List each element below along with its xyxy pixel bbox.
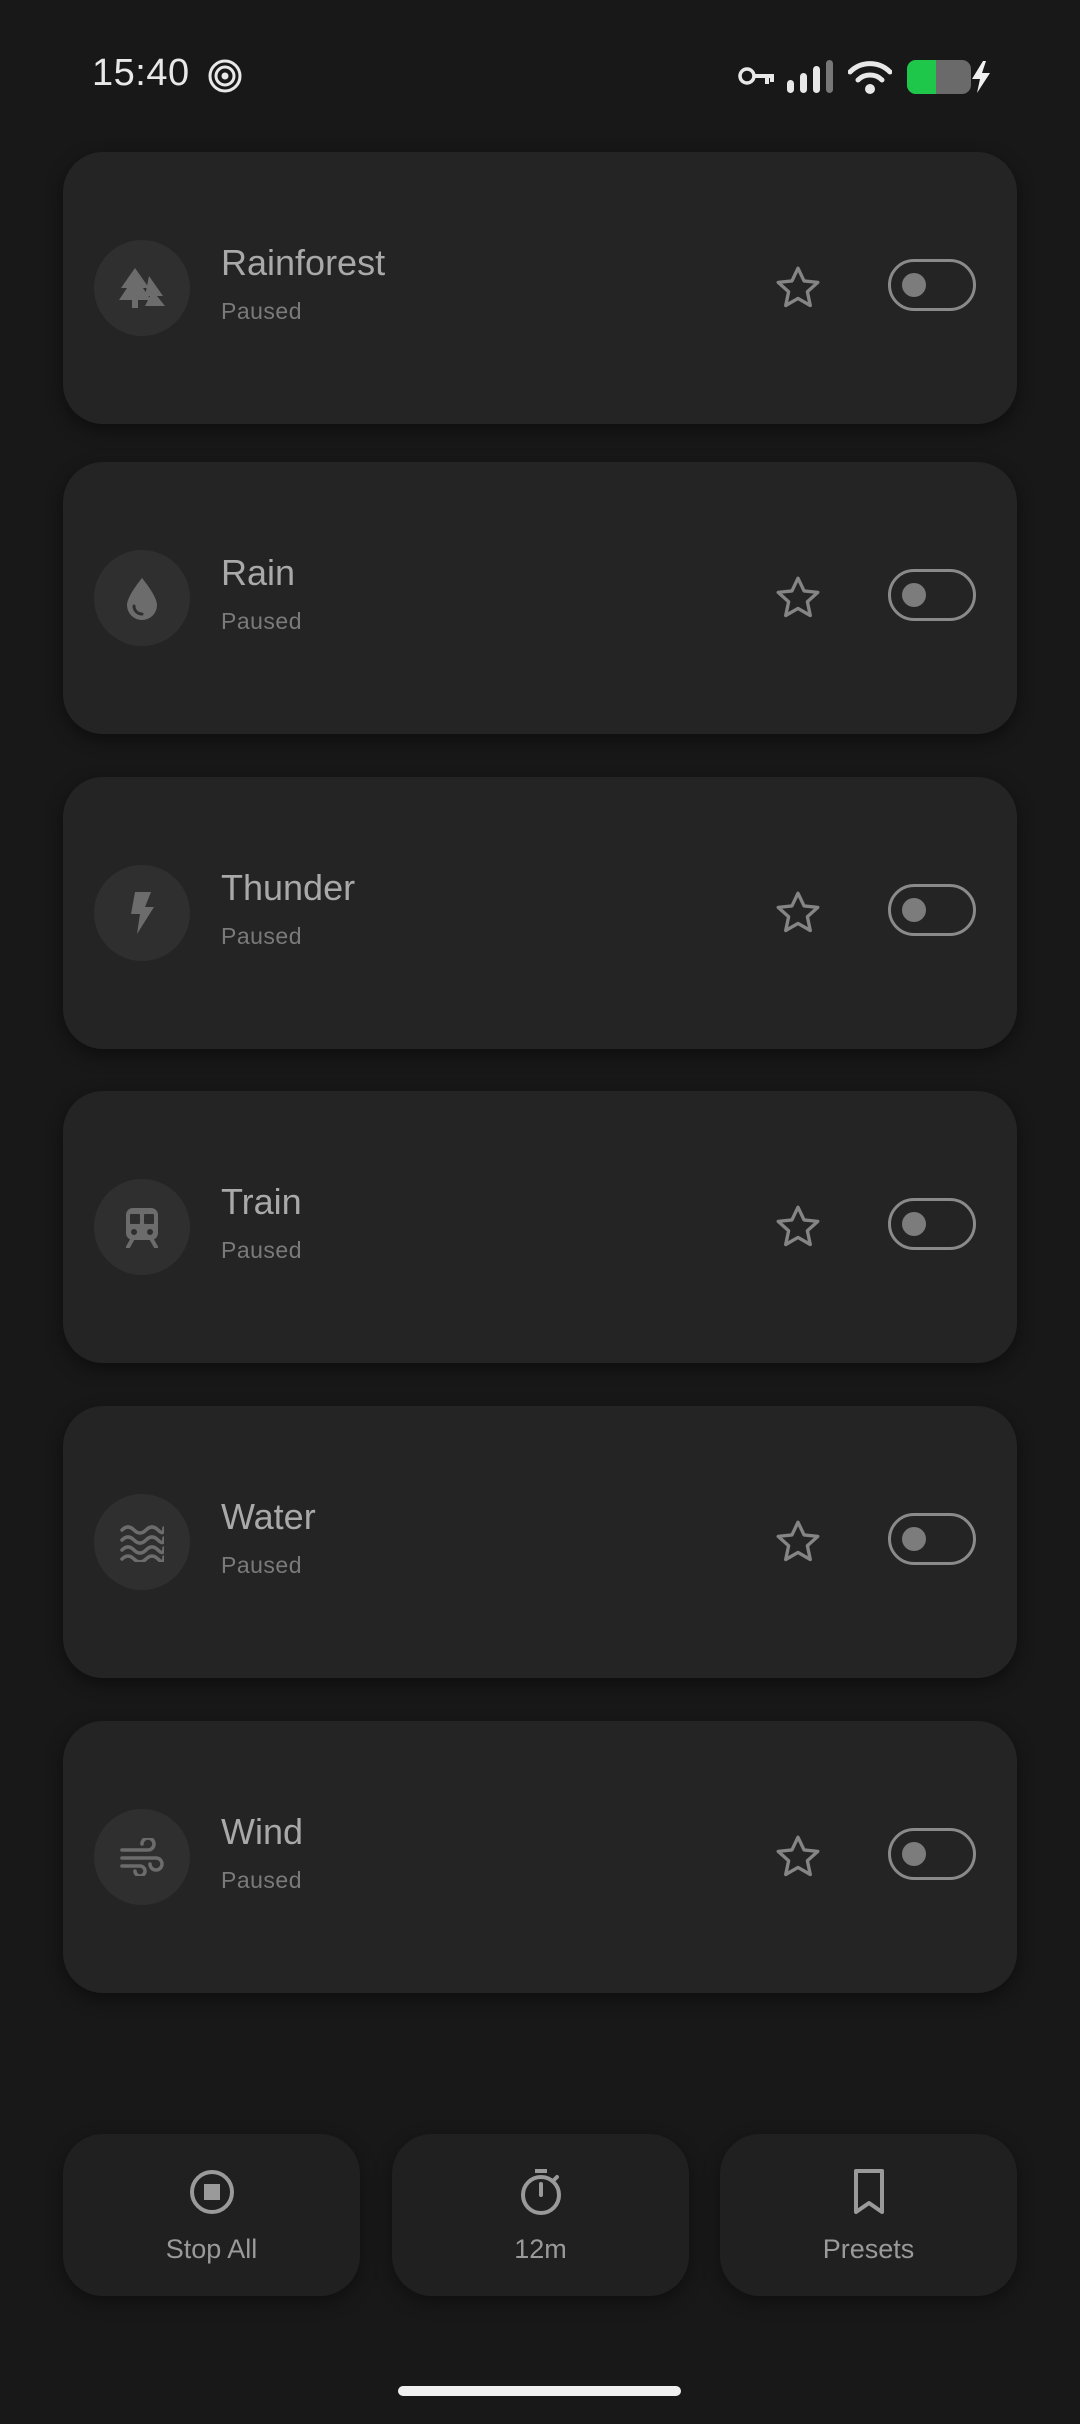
status-bar: 15:40 [0, 0, 1080, 150]
stop-circle-icon [189, 2170, 234, 2214]
sound-toggle[interactable] [888, 1513, 976, 1565]
star-icon[interactable] [773, 1517, 823, 1567]
sound-status: Paused [221, 608, 303, 634]
waves-icon [120, 1525, 164, 1562]
status-time: 15:40 [92, 52, 190, 94]
sound-card-water[interactable]: Water Paused [63, 1406, 1017, 1678]
sound-toggle[interactable] [888, 1828, 976, 1880]
star-icon[interactable] [773, 888, 823, 938]
sound-card-rainforest[interactable]: Rainforest Paused [63, 152, 1017, 424]
star-icon[interactable] [773, 1832, 823, 1882]
toggle-knob [902, 1842, 926, 1866]
stop-all-button[interactable]: Stop All [63, 2134, 360, 2296]
sound-toggle[interactable] [888, 1198, 976, 1250]
sound-avatar [94, 550, 190, 646]
sound-status: Paused [221, 1552, 303, 1578]
forest-icon [119, 268, 165, 308]
vpn-key-icon [738, 67, 774, 85]
sound-title: Rainforest [221, 242, 386, 283]
presets-button[interactable]: Presets [720, 2134, 1017, 2296]
star-icon[interactable] [773, 573, 823, 623]
wind-icon [120, 1838, 164, 1876]
sound-avatar [94, 1494, 190, 1590]
toggle-knob [902, 583, 926, 607]
sound-toggle[interactable] [888, 259, 976, 311]
toggle-knob [902, 1212, 926, 1236]
toggle-knob [902, 273, 926, 297]
sound-avatar [94, 1179, 190, 1275]
star-icon[interactable] [773, 263, 823, 313]
sound-card-rain[interactable]: Rain Paused [63, 462, 1017, 734]
battery-charging-icon [907, 60, 990, 94]
sound-card-train[interactable]: Train Paused [63, 1091, 1017, 1363]
water-drop-icon [127, 578, 157, 620]
sound-status: Paused [221, 1237, 303, 1263]
hotspot-icon [208, 59, 242, 93]
toggle-knob [902, 1527, 926, 1551]
sound-title: Water [221, 1496, 316, 1537]
sound-title: Wind [221, 1811, 304, 1852]
timer-button[interactable]: 12m [392, 2134, 689, 2296]
lightning-icon [131, 892, 154, 934]
star-icon[interactable] [773, 1202, 823, 1252]
sound-card-thunder[interactable]: Thunder Paused [63, 777, 1017, 1049]
sound-card-wind[interactable]: Wind Paused [63, 1721, 1017, 1993]
signal-icon [787, 60, 833, 93]
sound-title: Rain [221, 552, 296, 593]
sound-status: Paused [221, 923, 303, 949]
timer-icon [520, 2169, 561, 2215]
sound-avatar [94, 1809, 190, 1905]
presets-label: Presets [822, 2234, 915, 2264]
timer-label: 12m [514, 2234, 567, 2264]
home-indicator[interactable] [398, 2386, 681, 2396]
stop-all-label: Stop All [165, 2234, 258, 2264]
sound-toggle[interactable] [888, 569, 976, 621]
wifi-icon [848, 61, 892, 94]
sound-status: Paused [221, 298, 303, 324]
sound-status: Paused [221, 1867, 303, 1893]
sound-avatar [94, 240, 190, 336]
sound-toggle[interactable] [888, 884, 976, 936]
bookmark-icon [853, 2169, 884, 2214]
sound-avatar [94, 865, 190, 961]
sound-title: Thunder [221, 867, 356, 908]
toggle-knob [902, 898, 926, 922]
train-icon [126, 1208, 158, 1248]
sound-title: Train [221, 1181, 302, 1222]
